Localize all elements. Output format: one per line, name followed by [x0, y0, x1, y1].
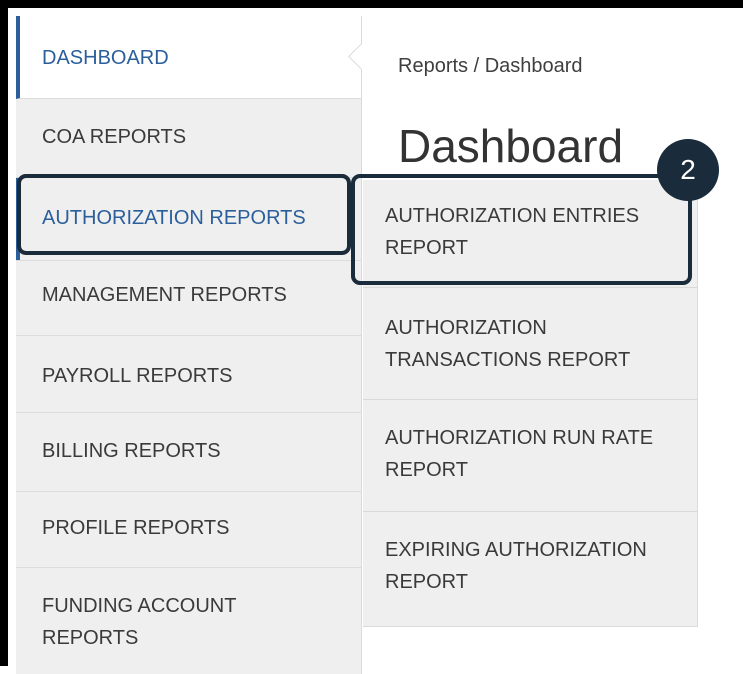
submenu-item-authorization-transactions-report[interactable]: AUTHORIZATION TRANSACTIONS REPORT: [363, 288, 697, 400]
sidebar-item-management-reports[interactable]: MANAGEMENT REPORTS: [16, 261, 361, 336]
submenu-item-authorization-entries-report[interactable]: AUTHORIZATION ENTRIES REPORT: [363, 180, 697, 288]
sidebar-item-authorization-reports[interactable]: AUTHORIZATION REPORTS: [16, 178, 361, 261]
breadcrumb: Reports / Dashboard: [398, 55, 583, 77]
sidebar-item-profile-reports[interactable]: PROFILE REPORTS: [16, 492, 361, 568]
sidebar-item-funding-account-reports[interactable]: FUNDING ACCOUNT REPORTS: [16, 568, 361, 674]
sidebar-item-billing-reports[interactable]: BILLING REPORTS: [16, 413, 361, 492]
reports-sidebar: DASHBOARD COA REPORTS AUTHORIZATION REPO…: [16, 16, 362, 674]
page-title: Dashboard: [398, 120, 624, 172]
step-number-badge: 2: [657, 139, 719, 201]
sidebar-item-coa-reports[interactable]: COA REPORTS: [16, 99, 361, 178]
sidebar-item-payroll-reports[interactable]: PAYROLL REPORTS: [16, 336, 361, 413]
app-window: DASHBOARD COA REPORTS AUTHORIZATION REPO…: [0, 0, 743, 674]
authorization-reports-submenu: AUTHORIZATION ENTRIES REPORT AUTHORIZATI…: [363, 180, 698, 627]
submenu-item-expiring-authorization-report[interactable]: EXPIRING AUTHORIZATION REPORT: [363, 512, 697, 626]
sidebar-item-dashboard[interactable]: DASHBOARD: [16, 16, 361, 99]
submenu-item-authorization-run-rate-report[interactable]: AUTHORIZATION RUN RATE REPORT: [363, 400, 697, 512]
